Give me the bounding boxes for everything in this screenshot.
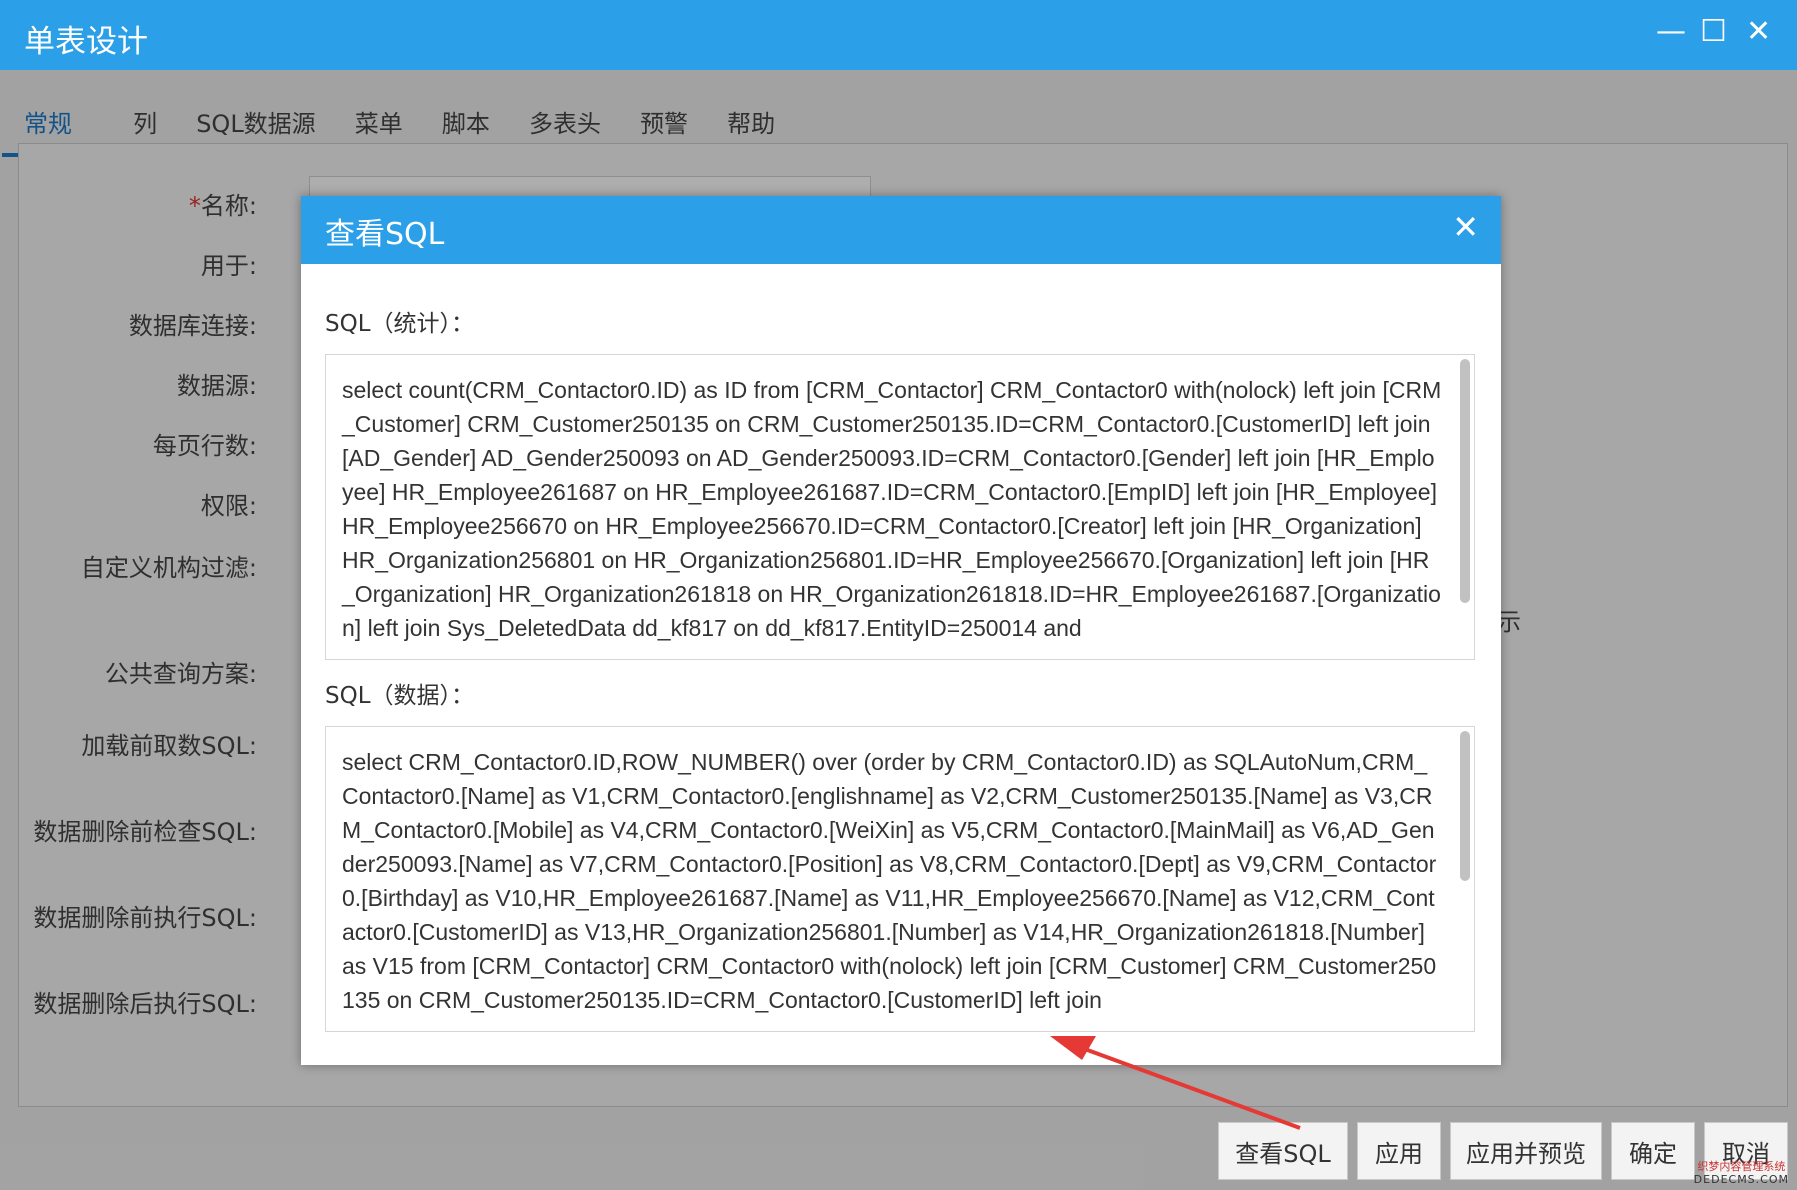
annotation-arrow [1050,1036,1301,1130]
watermark: 织梦内容管理系统 DEDECMS.COM [1693,1160,1789,1186]
